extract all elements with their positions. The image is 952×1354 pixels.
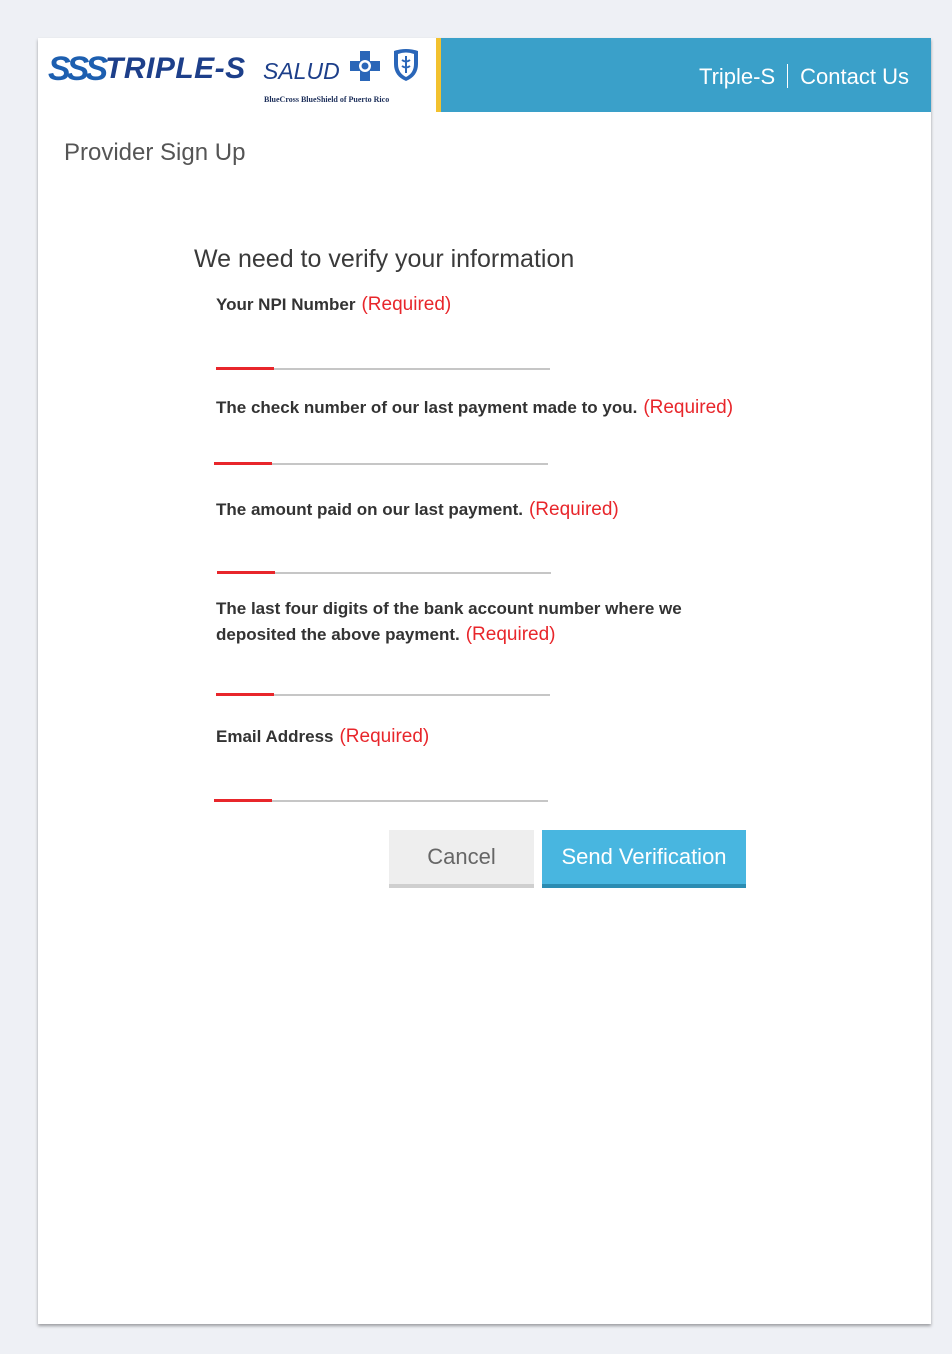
field-accent	[214, 799, 272, 802]
required-marker: (Required)	[465, 624, 556, 645]
bluecross-icon	[350, 51, 380, 81]
npi-label: Your NPI Number (Required)	[216, 292, 451, 318]
logo-name: TRIPLE-S	[105, 52, 246, 85]
email-field	[214, 762, 552, 802]
nav-links: Triple-S Contact Us	[699, 64, 909, 90]
amount-paid-label: The amount paid on our last payment. (Req…	[216, 497, 619, 523]
form-heading: We need to verify your information	[194, 245, 575, 273]
bank-account-label-text: The last four digits of the bank account…	[216, 599, 682, 644]
check-number-input[interactable]	[214, 425, 552, 463]
required-marker: (Required)	[643, 397, 734, 418]
nav-separator	[787, 64, 789, 88]
email-label: Email Address (Required)	[216, 724, 429, 750]
logo-tagline: BlueCross BlueShield of Puerto Rico	[264, 95, 390, 104]
required-marker: (Required)	[361, 294, 452, 315]
header: SSS TRIPLE-S SALUD BlueCross BlueShield …	[38, 38, 931, 112]
check-number-label: The check number of our last payment mad…	[216, 395, 733, 421]
npi-label-text: Your NPI Number	[216, 295, 356, 314]
email-input[interactable]	[214, 762, 552, 800]
nav-link-contact-us[interactable]: Contact Us	[800, 64, 909, 89]
send-verification-button[interactable]: Send Verification	[542, 830, 746, 884]
nav-link-triple-s[interactable]: Triple-S	[699, 64, 775, 89]
field-accent	[217, 571, 275, 574]
logo-mark: SSS	[48, 50, 108, 88]
check-number-label-text: The check number of our last payment mad…	[216, 398, 638, 417]
field-accent	[214, 462, 272, 465]
bank-account-field	[216, 656, 554, 696]
field-accent	[216, 367, 274, 370]
npi-field	[216, 330, 554, 370]
required-marker: (Required)	[528, 499, 619, 520]
amount-paid-input[interactable]	[217, 534, 555, 572]
logo[interactable]: SSS TRIPLE-S SALUD BlueCross BlueShield …	[38, 38, 441, 112]
blueshield-icon	[394, 49, 418, 81]
top-nav: Triple-S Contact Us	[441, 38, 931, 112]
field-accent	[216, 693, 274, 696]
logo-sub: SALUD	[263, 58, 340, 84]
email-label-text: Email Address	[216, 727, 334, 746]
amount-paid-field	[217, 534, 555, 574]
cancel-button[interactable]: Cancel	[389, 830, 534, 884]
bank-account-label: The last four digits of the bank account…	[216, 596, 736, 648]
amount-paid-label-text: The amount paid on our last payment.	[216, 500, 523, 519]
required-marker: (Required)	[339, 726, 430, 747]
main-card: SSS TRIPLE-S SALUD BlueCross BlueShield …	[38, 38, 931, 1324]
page-title: Provider Sign Up	[64, 139, 246, 166]
check-number-field	[214, 425, 552, 465]
bank-account-input[interactable]	[216, 656, 554, 694]
npi-input[interactable]	[216, 330, 554, 368]
